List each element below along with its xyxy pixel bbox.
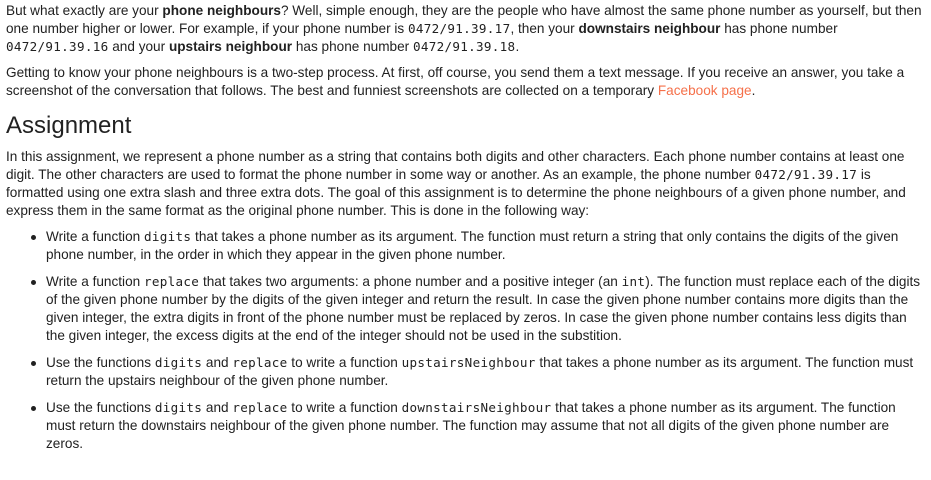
bullet-icon (31, 406, 36, 411)
assignment-task-list: Write a function digits that takes a pho… (6, 228, 925, 453)
type-name-int: int (621, 274, 646, 289)
text-span: and (202, 400, 233, 415)
upstairs-neighbour-term: upstairs neighbour (168, 39, 293, 54)
text-span: Use the functions (46, 400, 155, 415)
list-item-downstairs: Use the functions digits and replace to … (27, 399, 925, 453)
assignment-paragraph: In this assignment, we represent a phone… (6, 148, 925, 220)
bullet-icon (31, 280, 36, 285)
text-span: that takes two arguments: a phone number… (199, 274, 622, 289)
text-span: , then your (510, 21, 579, 36)
intro-paragraph-1: But what exactly are your phone neighbou… (6, 2, 925, 56)
text-span: has phone number (292, 39, 413, 54)
text-span: . (515, 39, 520, 54)
bullet-icon (31, 361, 36, 366)
list-item-upstairs: Use the functions digits and replace to … (27, 354, 925, 390)
text-span: to write a function (287, 355, 402, 370)
text-span: Getting to know your phone neighbours is… (6, 65, 905, 98)
function-name-replace: replace (143, 274, 200, 289)
text-span: . (751, 83, 756, 98)
list-item-digits: Write a function digits that takes a pho… (27, 228, 925, 264)
function-name-upstairs-neighbour: upstairsNeighbour (401, 355, 536, 370)
intro-paragraph-2: Getting to know your phone neighbours is… (6, 64, 925, 100)
text-span: has phone number (720, 21, 838, 36)
downstairs-phone-number: 0472/91.39.16 (6, 39, 109, 54)
upstairs-phone-number: 0472/91.39.18 (412, 39, 516, 54)
text-span: Use the functions (46, 355, 155, 370)
function-name-replace: replace (232, 400, 288, 415)
text-span: to write a function (287, 400, 402, 415)
function-name-digits: digits (154, 355, 203, 370)
function-name-downstairs-neighbour: downstairsNeighbour (401, 400, 552, 415)
text-span: Write a function (46, 274, 144, 289)
facebook-page-link[interactable]: Facebook page (658, 83, 752, 98)
list-item-replace: Write a function replace that takes two … (27, 273, 925, 345)
downstairs-neighbour-term: downstairs neighbour (578, 21, 721, 36)
function-name-replace: replace (232, 355, 288, 370)
text-span: and your (108, 39, 169, 54)
assignment-heading: Assignment (6, 112, 132, 139)
text-span: Write a function (46, 229, 144, 244)
text-span: But what exactly are your (6, 3, 163, 18)
function-name-digits: digits (143, 229, 192, 244)
phone-neighbours-term: phone neighbours (162, 3, 281, 18)
text-span: and (202, 355, 233, 370)
function-name-digits: digits (154, 400, 203, 415)
document-page: But what exactly are your phone neighbou… (0, 0, 931, 453)
example-phone-number: 0472/91.39.17 (407, 21, 511, 36)
example-phone-number: 0472/91.39.17 (754, 167, 858, 182)
bullet-icon (31, 235, 36, 240)
